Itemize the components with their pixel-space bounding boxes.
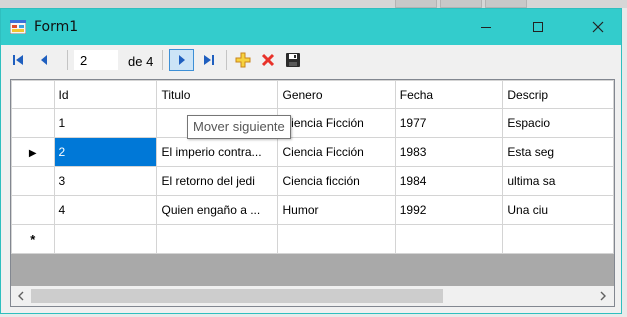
column-header-id[interactable]: Id <box>53 80 158 109</box>
row-header[interactable] <box>11 166 55 196</box>
cell-descripcion[interactable]: Esta seg <box>502 137 614 167</box>
save-icon <box>286 53 300 67</box>
cell-genero[interactable]: Ciencia ficción <box>277 166 396 196</box>
new-row-cell[interactable] <box>394 224 504 254</box>
cell-fecha[interactable]: 1984 <box>394 166 504 196</box>
new-row-cell[interactable] <box>156 224 279 254</box>
move-next-button[interactable] <box>169 49 194 71</box>
cell-descripcion[interactable]: Una ciu <box>502 195 614 225</box>
maximize-button[interactable] <box>515 9 561 45</box>
new-row-cell[interactable] <box>502 224 614 254</box>
background-tab <box>440 0 482 8</box>
binding-navigator: de 4 <box>1 45 621 75</box>
new-row[interactable]: * <box>11 224 614 254</box>
cell-id[interactable]: 1 <box>53 108 158 138</box>
title-bar[interactable]: Form1 <box>1 9 621 45</box>
move-previous-icon <box>41 55 47 65</box>
move-last-icon <box>204 55 214 65</box>
scroll-left-icon <box>18 291 24 301</box>
scroll-left-button[interactable] <box>12 286 30 306</box>
scroll-right-icon <box>600 291 606 301</box>
column-header-fecha[interactable]: Fecha <box>394 80 504 109</box>
close-button[interactable] <box>575 9 621 45</box>
header-row: Id Titulo Genero Fecha Descrip <box>11 80 614 109</box>
column-header-titulo[interactable]: Titulo <box>156 80 279 109</box>
cell-genero[interactable]: Ciencia Ficción <box>277 137 396 167</box>
delete-icon <box>261 53 275 67</box>
window-title: Form1 <box>34 19 79 35</box>
cell-id[interactable]: 2 <box>53 137 158 167</box>
current-row-arrow-icon: ▶ <box>28 148 37 159</box>
cell-genero[interactable]: Ciencia Ficción <box>277 108 396 138</box>
top-left-header-cell[interactable] <box>11 80 55 109</box>
record-count-label: de 4 <box>128 54 154 69</box>
cell-descripcion[interactable]: ultima sa <box>502 166 614 196</box>
new-row-asterisk-icon: * <box>30 231 36 247</box>
cell-id[interactable]: 4 <box>53 195 158 225</box>
close-icon <box>592 21 604 33</box>
minimize-button[interactable] <box>463 9 509 45</box>
table-row[interactable]: ▶ 2 El imperio contra... Ciencia Ficción… <box>11 137 614 167</box>
move-next-icon <box>178 55 185 65</box>
cell-descripcion[interactable]: Espacio <box>502 108 614 138</box>
cell-titulo[interactable]: El imperio contra... <box>156 137 279 167</box>
current-row-indicator[interactable]: ▶ <box>11 137 55 167</box>
delete-button[interactable] <box>257 49 279 71</box>
position-input[interactable] <box>74 50 118 70</box>
tooltip-move-next: Mover siguiente <box>187 115 291 139</box>
table-row[interactable]: 3 El retorno del jedi Ciencia ficción 19… <box>11 166 614 196</box>
cell-fecha[interactable]: 1983 <box>394 137 504 167</box>
row-header[interactable] <box>11 108 55 138</box>
move-previous-button[interactable] <box>33 49 55 71</box>
data-grid[interactable]: Id Titulo Genero Fecha Descrip 1 Ciencia… <box>10 79 615 307</box>
cell-fecha[interactable]: 1977 <box>394 108 504 138</box>
new-row-cell[interactable] <box>277 224 396 254</box>
scrollbar-thumb[interactable] <box>31 289 443 303</box>
new-row-indicator[interactable]: * <box>11 224 55 254</box>
form-window: Form1 de 4 <box>0 8 622 314</box>
background-tab <box>395 0 437 8</box>
cell-fecha[interactable]: 1992 <box>394 195 504 225</box>
desktop-background <box>0 0 627 8</box>
add-icon <box>235 52 251 68</box>
background-tab <box>485 0 527 8</box>
row-header[interactable] <box>11 195 55 225</box>
toolbar-separator <box>226 50 227 70</box>
minimize-icon <box>481 27 491 28</box>
table-row[interactable]: 1 Ciencia Ficción 1977 Espacio <box>11 108 614 138</box>
maximize-icon <box>533 22 543 32</box>
cell-genero[interactable]: Humor <box>277 195 396 225</box>
column-header-genero[interactable]: Genero <box>277 80 396 109</box>
save-button[interactable] <box>282 49 304 71</box>
move-last-button[interactable] <box>198 49 220 71</box>
scroll-right-button[interactable] <box>594 286 612 306</box>
add-new-button[interactable] <box>232 49 254 71</box>
new-row-cell[interactable] <box>53 224 158 254</box>
cell-id[interactable]: 3 <box>53 166 158 196</box>
toolbar-separator <box>162 50 163 70</box>
move-first-button[interactable] <box>7 49 29 71</box>
column-header-descripcion[interactable]: Descrip <box>502 80 614 109</box>
grid-table: Id Titulo Genero Fecha Descrip 1 Ciencia… <box>11 80 614 254</box>
move-first-icon <box>13 55 23 65</box>
table-row[interactable]: 4 Quien engaño a ... Humor 1992 Una ciu <box>11 195 614 225</box>
toolbar-separator <box>67 50 68 70</box>
horizontal-scrollbar[interactable] <box>11 286 614 306</box>
cell-titulo[interactable]: El retorno del jedi <box>156 166 279 196</box>
cell-titulo[interactable]: Quien engaño a ... <box>156 195 279 225</box>
app-icon <box>10 20 26 34</box>
